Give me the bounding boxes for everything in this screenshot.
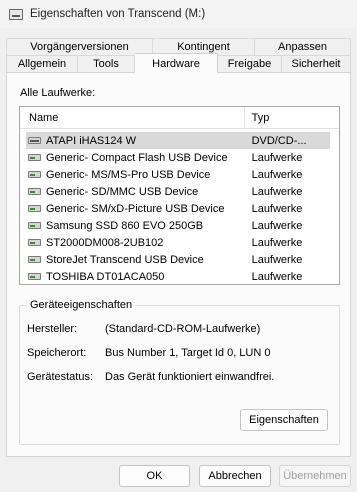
drive-row[interactable]: ST2000DM008-2UB102 Laufwerke xyxy=(20,234,339,251)
tab-allgemein[interactable]: Allgemein xyxy=(6,55,78,72)
manufacturer-label: Hersteller: xyxy=(27,323,78,335)
window-title: Eigenschaften von Transcend (M:) xyxy=(30,8,206,20)
title-bar: Eigenschaften von Transcend (M:) xyxy=(0,0,357,28)
drive-type: Laufwerke xyxy=(251,185,303,198)
drives-list-header: Name Typ xyxy=(20,107,339,129)
drive-icon xyxy=(28,239,41,246)
drive-type: Laufwerke xyxy=(251,202,303,215)
drive-type: Laufwerke xyxy=(251,270,303,283)
column-header-name[interactable]: Name xyxy=(20,107,245,129)
apply-button[interactable]: Übernehmen xyxy=(279,465,351,487)
drive-type: Laufwerke xyxy=(251,236,303,249)
drive-icon xyxy=(28,256,41,263)
drive-row[interactable]: Generic- SM/xD-Picture USB Device Laufwe… xyxy=(20,200,339,217)
ok-button[interactable]: OK xyxy=(119,465,190,487)
tab-anpassen[interactable]: Anpassen xyxy=(255,38,351,55)
drive-row[interactable]: Generic- SD/MMC USB Device Laufwerke xyxy=(20,183,339,200)
tab-tools[interactable]: Tools xyxy=(78,55,135,72)
drive-name: Generic- SD/MMC USB Device xyxy=(46,185,199,198)
optical-drive-icon xyxy=(28,137,41,144)
properties-button[interactable]: Eigenschaften xyxy=(240,409,328,431)
status-label: Gerätestatus: xyxy=(27,371,94,383)
drive-window-icon xyxy=(9,8,23,20)
drive-name: StoreJet Transcend USB Device xyxy=(46,253,204,266)
drive-row[interactable]: Generic- MS/MS-Pro USB Device Laufwerke xyxy=(20,166,339,183)
tab-row-bottom: Allgemein Tools Hardware Freigabe Sicher… xyxy=(6,53,351,73)
drive-icon xyxy=(28,222,41,229)
drive-name: ST2000DM008-2UB102 xyxy=(46,236,164,249)
drive-name: Generic- SM/xD-Picture USB Device xyxy=(46,202,225,215)
drive-icon xyxy=(28,154,41,161)
drive-icon xyxy=(28,205,41,212)
drive-row[interactable]: StoreJet Transcend USB Device Laufwerke xyxy=(20,251,339,268)
drive-icon xyxy=(28,273,41,280)
drive-row[interactable]: TOSHIBA DT01ACA050 Laufwerke xyxy=(20,268,339,285)
drive-icon xyxy=(28,188,41,195)
manufacturer-value: (Standard-CD-ROM-Laufwerke) xyxy=(105,323,261,335)
drive-row[interactable]: Generic- Compact Flash USB Device Laufwe… xyxy=(20,149,339,166)
drive-name: Generic- Compact Flash USB Device xyxy=(46,151,228,164)
device-properties-title: Geräteeigenschaften xyxy=(27,299,136,311)
drive-name: Samsung SSD 860 EVO 250GB xyxy=(46,219,204,232)
drive-name: Generic- MS/MS-Pro USB Device xyxy=(46,168,211,181)
drive-row[interactable]: ATAPI iHAS124 W DVD/CD-... xyxy=(20,132,339,149)
column-header-type[interactable]: Typ xyxy=(245,107,339,129)
drive-icon xyxy=(28,171,41,178)
drive-type: Laufwerke xyxy=(251,219,303,232)
cancel-button[interactable]: Abbrechen xyxy=(199,465,271,487)
location-label: Speicherort: xyxy=(27,347,87,359)
drives-list[interactable]: Name Typ ATAPI iHAS124 W DVD/CD-... Gene… xyxy=(19,106,340,285)
tab-freigabe[interactable]: Freigabe xyxy=(218,55,282,72)
status-value: Das Gerät funktioniert einwandfrei. xyxy=(105,371,275,383)
all-drives-label: Alle Laufwerke: xyxy=(20,87,96,99)
tab-sicherheit[interactable]: Sicherheit xyxy=(282,55,351,72)
drive-row[interactable]: Samsung SSD 860 EVO 250GB Laufwerke xyxy=(20,217,339,234)
drive-type: Laufwerke xyxy=(251,168,303,181)
location-value: Bus Number 1, Target Id 0, LUN 0 xyxy=(105,347,271,359)
drive-type: Laufwerke xyxy=(251,253,303,266)
tab-hardware[interactable]: Hardware xyxy=(135,53,218,73)
drive-type: Laufwerke xyxy=(251,151,303,164)
drive-type: DVD/CD-... xyxy=(251,134,307,147)
drive-name: ATAPI iHAS124 W xyxy=(46,134,137,147)
drive-name: TOSHIBA DT01ACA050 xyxy=(46,270,165,283)
tab-vorgaengerversionen[interactable]: Vorgängerversionen xyxy=(6,38,153,55)
